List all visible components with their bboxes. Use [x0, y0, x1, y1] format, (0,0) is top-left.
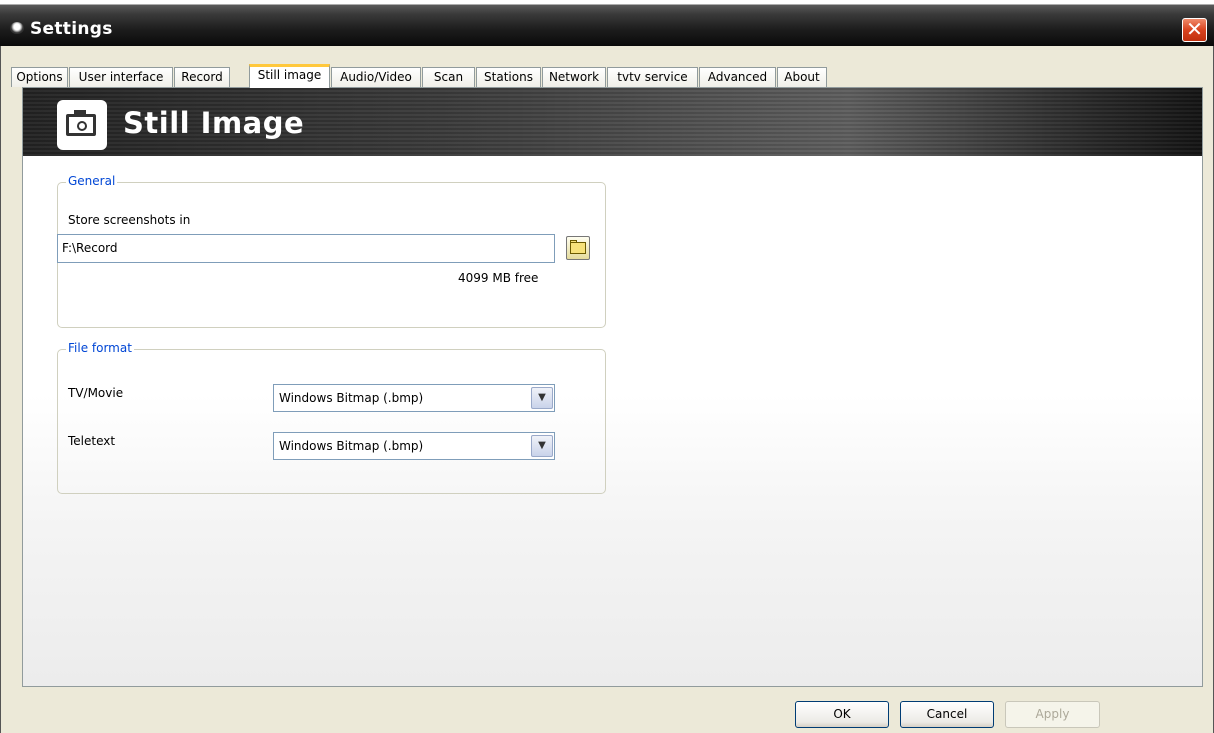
tab-still-image[interactable]: Still image [249, 64, 330, 88]
banner: Still Image [23, 88, 1202, 156]
tv-movie-label: TV/Movie [68, 386, 124, 400]
store-screenshots-label: Store screenshots in [68, 213, 191, 227]
chevron-down-icon[interactable]: ▼ [531, 435, 553, 457]
teletext-label: Teletext [68, 434, 116, 448]
chevron-down-icon[interactable]: ▼ [531, 387, 553, 409]
tab-tvtv-service[interactable]: tvtv service [607, 67, 698, 87]
general-group-title: General [66, 174, 118, 188]
window-frame: Options User interface Record Still imag… [0, 46, 1214, 733]
browse-folder-button[interactable] [566, 236, 590, 260]
tv-movie-format-select[interactable]: Windows Bitmap (.bmp) ▼ [273, 384, 555, 412]
tab-audio-video[interactable]: Audio/Video [331, 67, 421, 87]
page-title: Still Image [123, 106, 305, 140]
tv-movie-format-value: Windows Bitmap (.bmp) [279, 391, 424, 405]
free-space-text: 4099 MB free [458, 271, 539, 285]
close-button[interactable]: ✕ [1182, 18, 1207, 42]
apply-button[interactable]: Apply [1005, 701, 1100, 728]
file-format-group-title: File format [66, 341, 134, 355]
cancel-button[interactable]: Cancel [900, 701, 994, 728]
app-icon [10, 22, 24, 34]
tab-advanced[interactable]: Advanced [699, 67, 776, 87]
teletext-format-value: Windows Bitmap (.bmp) [279, 439, 424, 453]
settings-panel: Still Image General Store screenshots in… [22, 87, 1203, 687]
tab-options[interactable]: Options [11, 67, 68, 87]
window-title: Settings [30, 19, 113, 39]
tab-scan[interactable]: Scan [422, 67, 475, 87]
general-group: General Store screenshots in F:\Record 4… [57, 174, 606, 328]
content-area: General Store screenshots in F:\Record 4… [23, 156, 1202, 686]
title-bar: Settings ✕ [0, 0, 1214, 46]
tab-stations[interactable]: Stations [476, 67, 541, 87]
tab-user-interface[interactable]: User interface [69, 67, 173, 87]
screenshot-path-input[interactable]: F:\Record [57, 234, 555, 263]
ok-button[interactable]: OK [795, 701, 889, 728]
file-format-group: File format TV/Movie Windows Bitmap (.bm… [57, 341, 606, 494]
camera-icon [57, 100, 107, 150]
tab-network[interactable]: Network [542, 67, 606, 87]
teletext-format-select[interactable]: Windows Bitmap (.bmp) ▼ [273, 432, 555, 460]
tab-about[interactable]: About [777, 67, 827, 87]
tab-record[interactable]: Record [174, 67, 230, 87]
